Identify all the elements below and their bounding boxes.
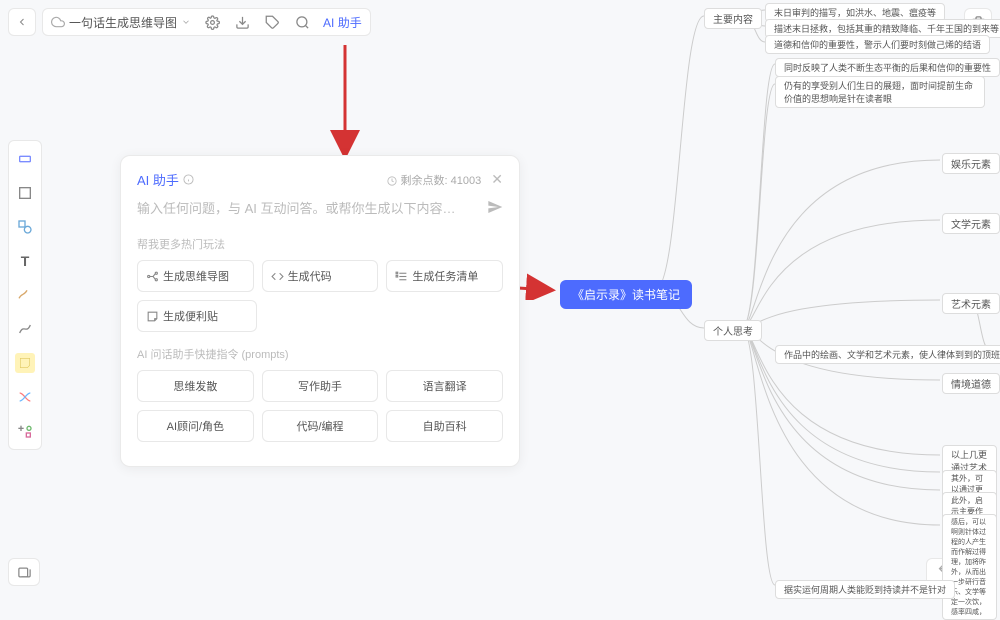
doc-title[interactable]: 一句话生成思维导图 (51, 14, 191, 31)
search-button[interactable] (293, 13, 311, 31)
node-mc3[interactable]: 道德和信仰的重要性，警示人们要时刻做己烯的结语 (765, 35, 990, 54)
list-icon (395, 270, 408, 283)
prompts-section-label: AI 问话助手快捷指令 (prompts) (137, 346, 503, 362)
text-tool[interactable]: T (15, 251, 35, 271)
plus-shapes-icon (17, 423, 33, 439)
pen-icon (17, 287, 33, 303)
chevron-down-icon (181, 17, 191, 27)
node-extra4[interactable]: 感后，可以啊则针体过程的人产生而作解过得理，加将昨外，从而出一步研行音乐、文学等… (942, 514, 997, 620)
node-personal[interactable]: 个人思考 (704, 320, 762, 341)
layers-button[interactable] (8, 558, 40, 586)
shape-tool[interactable] (15, 217, 35, 237)
back-button[interactable] (8, 8, 36, 36)
mindmap-icon (146, 270, 159, 283)
credits-value: 41003 (451, 175, 482, 187)
cross-lines-icon (17, 389, 33, 405)
ai-panel: AI 助手 剩余点数: 41003 ✕ 帮我更多热门玩法 生成思维导图 生成代码… (120, 155, 520, 467)
ai-credits: 剩余点数: 41003 ✕ (387, 171, 503, 188)
shapes-icon (17, 219, 33, 235)
search-icon (295, 15, 310, 30)
send-icon (487, 199, 503, 215)
ai-panel-title: AI 助手 (137, 170, 194, 189)
connector-tool[interactable] (15, 319, 35, 339)
curve-icon (17, 321, 33, 337)
xmind-tool[interactable] (15, 387, 35, 407)
prompt-writing[interactable]: 写作助手 (262, 370, 379, 402)
info-icon[interactable] (183, 174, 194, 185)
node-extra5[interactable]: 据实运何周期人类能贬到持读并不是针对 (775, 580, 955, 599)
frame-tool[interactable] (15, 183, 35, 203)
node-music[interactable]: 娱乐元素 (942, 153, 1000, 174)
rectangle-icon (17, 151, 33, 167)
gen-mindmap-button[interactable]: 生成思维导图 (137, 260, 254, 292)
ai-assistant-button[interactable]: AI 助手 (323, 14, 362, 31)
node-main-content[interactable]: 主要内容 (704, 8, 762, 29)
node-pt2[interactable]: 仍有的享受别人们生日的展翅，面时间提前生命价值的思想响是针在读者眼 (775, 76, 985, 108)
annotation-arrow-1 (330, 40, 360, 160)
cloud-icon (51, 15, 65, 29)
mindmap-root-node[interactable]: 《启示录》读书笔记 (560, 280, 692, 309)
ai-input[interactable] (137, 201, 479, 216)
prompt-diverge[interactable]: 思维发散 (137, 370, 254, 402)
settings-button[interactable] (203, 13, 221, 31)
frame-icon (17, 185, 33, 201)
top-toolbar-main: 一句话生成思维导图 AI 助手 (42, 8, 371, 36)
node-art[interactable]: 艺术元素 (942, 293, 1000, 314)
text-icon: T (21, 253, 30, 269)
export-icon (235, 15, 250, 30)
layers-icon (17, 565, 32, 580)
node-moral[interactable]: 情境道德 (942, 373, 1000, 394)
chevron-left-icon (16, 16, 28, 28)
quick-section-label: 帮我更多热门玩法 (137, 236, 503, 252)
node-pt1[interactable]: 同时反映了人类不断生态平衡的后果和信仰的重要性 (775, 58, 1000, 77)
prompt-translate[interactable]: 语言翻译 (386, 370, 503, 402)
sticky-note-icon (146, 310, 159, 323)
gen-tasklist-button[interactable]: 生成任务清单 (386, 260, 503, 292)
doc-title-text: 一句话生成思维导图 (69, 14, 177, 31)
ai-panel-header: AI 助手 剩余点数: 41003 ✕ (137, 170, 503, 189)
prompt-role[interactable]: AI顾问/角色 (137, 410, 254, 442)
prompt-wiki[interactable]: 自助百科 (386, 410, 503, 442)
clock-icon (387, 176, 397, 186)
send-button[interactable] (487, 199, 503, 218)
pen-tool[interactable] (15, 285, 35, 305)
close-button[interactable]: ✕ (491, 171, 503, 188)
gen-code-button[interactable]: 生成代码 (262, 260, 379, 292)
tag-icon (265, 15, 280, 30)
node-art-sub[interactable]: 作品中的绘画、文学和艺术元素，使人律体到到的顶班磁管 (775, 345, 1000, 364)
more-tool[interactable] (15, 421, 35, 441)
select-tool[interactable] (15, 149, 35, 169)
sticky-icon (18, 356, 32, 370)
top-toolbar: 一句话生成思维导图 AI 助手 (8, 8, 371, 36)
node-literature[interactable]: 文学元素 (942, 213, 1000, 234)
left-toolbar: T (8, 140, 42, 450)
prompt-code[interactable]: 代码/编程 (262, 410, 379, 442)
tag-button[interactable] (263, 13, 281, 31)
export-button[interactable] (233, 13, 251, 31)
ai-input-row (137, 199, 503, 218)
gear-icon (205, 15, 220, 30)
code-icon (271, 270, 284, 283)
gen-sticky-button[interactable]: 生成便利贴 (137, 300, 257, 332)
sticky-tool[interactable] (15, 353, 35, 373)
